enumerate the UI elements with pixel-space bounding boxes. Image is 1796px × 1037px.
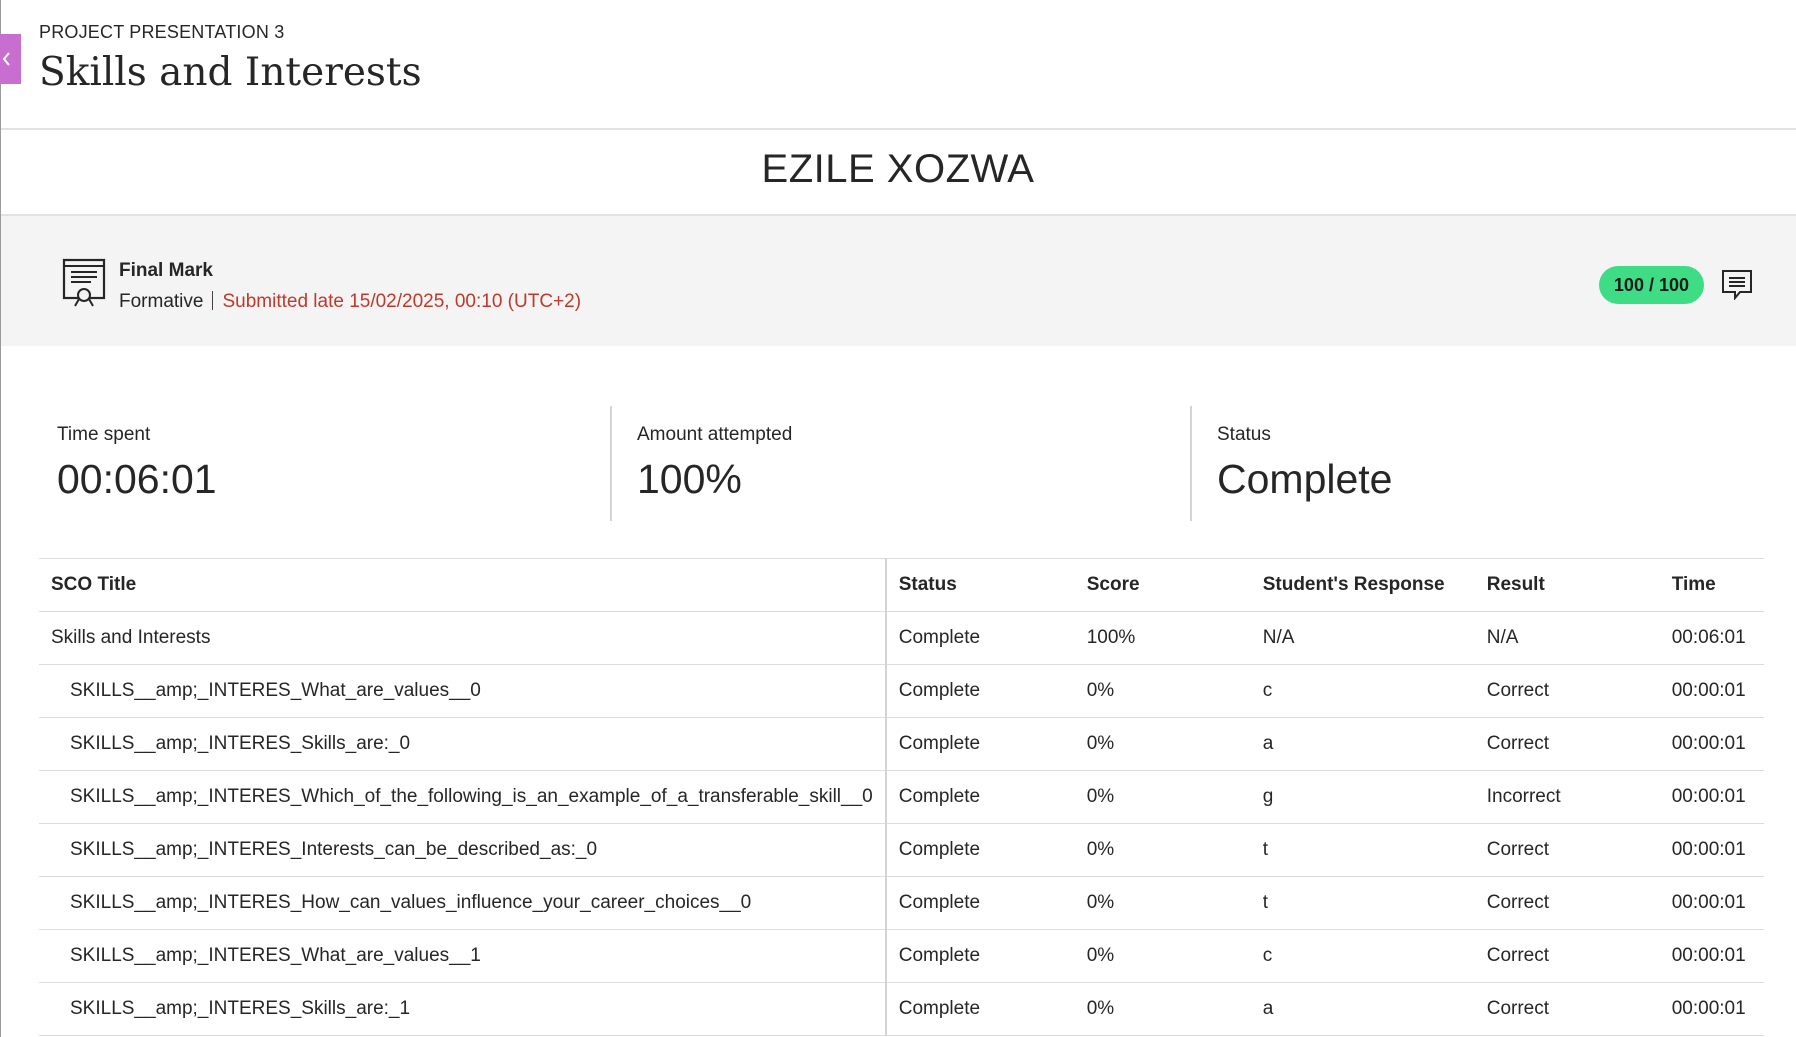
stat-value: Complete [1217, 456, 1393, 502]
cell-sco-title: SKILLS__amp;_INTERES_How_can_values_infl… [39, 876, 887, 930]
chevron-left-icon [2, 52, 10, 66]
cell-result: Correct [1474, 823, 1660, 877]
stat-status: Status Complete [1217, 406, 1392, 521]
table-row: SKILLS__amp;_INTERES_Skills_are:_0 Comple… [39, 717, 1764, 771]
page-title: Skills and Interests [39, 50, 422, 95]
cell-result: Correct [1474, 929, 1660, 983]
cell-time: 00:00:01 [1659, 823, 1764, 877]
cell-sco-title: SKILLS__amp;_INTERES_Skills_are:_0 [39, 717, 887, 771]
cell-result: Correct [1474, 876, 1660, 930]
table-header-row: SCO Title Status Score Student's Respons… [39, 558, 1764, 612]
cell-score: 100% [1074, 611, 1251, 665]
cell-status: Complete [885, 664, 1075, 718]
cell-status: Complete [885, 929, 1075, 983]
cell-sco-title: SKILLS__amp;_INTERES_Skills_are:_1 [39, 982, 887, 1036]
cell-time: 00:06:01 [1659, 611, 1764, 665]
column-header-score: Score [1074, 558, 1251, 612]
cell-status: Complete [885, 876, 1075, 930]
stat-divider [610, 406, 612, 521]
stat-amount-attempted: Amount attempted 100% [637, 406, 792, 521]
cell-time: 00:00:01 [1659, 770, 1764, 824]
late-submission-text: Submitted late 15/02/2025, 00:10 (UTC+2) [222, 291, 582, 312]
table-row: SKILLS__amp;_INTERES_What_are_values__0 C… [39, 664, 1764, 718]
table-row: SKILLS__amp;_INTERES_Skills_are:_1 Comple… [39, 982, 1764, 1036]
cell-sco-title: Skills and Interests [39, 611, 887, 665]
page-overline: PROJECT PRESENTATION 3 [39, 22, 285, 42]
page-header: PROJECT PRESENTATION 3 Skills and Intere… [39, 22, 422, 95]
sco-table: SCO Title Status Score Student's Respons… [39, 558, 1764, 1036]
header-divider [1, 128, 1796, 130]
cell-response: t [1250, 823, 1475, 877]
cell-score: 0% [1074, 664, 1251, 718]
table-row: SKILLS__amp;_INTERES_How_can_values_infl… [39, 876, 1764, 930]
cell-score: 0% [1074, 823, 1251, 877]
cell-response: t [1250, 876, 1475, 930]
cell-result: Correct [1474, 982, 1660, 1036]
final-mark-subline: Formative Submitted late 15/02/2025, 00:1… [119, 291, 581, 313]
cell-score: 0% [1074, 717, 1251, 771]
final-mark-label: Final Mark [119, 260, 213, 281]
assessment-type: Formative [119, 291, 204, 312]
cell-score: 0% [1074, 982, 1251, 1036]
separator [212, 291, 214, 310]
cell-result: Correct [1474, 664, 1660, 718]
student-name: EZILE XOZWA [761, 147, 1035, 191]
cell-time: 00:00:01 [1659, 876, 1764, 930]
column-header-result: Result [1474, 558, 1660, 612]
cell-response: c [1250, 664, 1475, 718]
cell-status: Complete [885, 611, 1075, 665]
stat-value: 00:06:01 [57, 456, 217, 502]
cell-sco-title: SKILLS__amp;_INTERES_Interests_can_be_de… [39, 823, 887, 877]
stat-value: 100% [637, 456, 742, 502]
cell-response: a [1250, 982, 1475, 1036]
cell-result: Correct [1474, 717, 1660, 771]
column-header-time: Time [1659, 558, 1764, 612]
column-header-status: Status [885, 558, 1075, 612]
cell-response: a [1250, 717, 1475, 771]
stat-time-spent: Time spent 00:06:01 [57, 406, 217, 521]
close-panel-button[interactable] [0, 34, 21, 84]
table-row: SKILLS__amp;_INTERES_Interests_can_be_de… [39, 823, 1764, 877]
stat-label: Status [1217, 424, 1271, 445]
column-header-sco-title: SCO Title [39, 558, 887, 612]
stat-label: Time spent [57, 424, 151, 445]
score-badge[interactable]: 100 / 100 [1598, 266, 1704, 304]
final-mark-panel: Final Mark Formative Submitted late 15/02… [1, 214, 1796, 346]
cell-time: 00:00:01 [1659, 929, 1764, 983]
cell-score: 0% [1074, 876, 1251, 930]
cell-response: N/A [1250, 611, 1475, 665]
attempt-stats: Time spent 00:06:01 Amount attempted 100… [39, 406, 1764, 521]
cell-result: N/A [1474, 611, 1660, 665]
feedback-comment-icon[interactable] [1721, 268, 1753, 300]
stat-label: Amount attempted [637, 424, 793, 445]
cell-time: 00:00:01 [1659, 717, 1764, 771]
column-header-response: Student's Response [1250, 558, 1475, 612]
cell-result: Incorrect [1474, 770, 1660, 824]
cell-status: Complete [885, 770, 1075, 824]
cell-sco-title: SKILLS__amp;_INTERES_What_are_values__1 [39, 929, 887, 983]
cell-time: 00:00:01 [1659, 982, 1764, 1036]
table-row: SKILLS__amp;_INTERES_What_are_values__1 C… [39, 929, 1764, 983]
cell-response: c [1250, 929, 1475, 983]
cell-score: 0% [1074, 929, 1251, 983]
cell-sco-title: SKILLS__amp;_INTERES_Which_of_the_follow… [39, 770, 887, 824]
cell-sco-title: SKILLS__amp;_INTERES_What_are_values__0 [39, 664, 887, 718]
table-row: Skills and Interests Complete 100% N/A N/A 00… [39, 611, 1764, 665]
cell-score: 0% [1074, 770, 1251, 824]
cell-time: 00:00:01 [1659, 664, 1764, 718]
cell-status: Complete [885, 982, 1075, 1036]
cell-status: Complete [885, 717, 1075, 771]
cell-status: Complete [885, 823, 1075, 877]
table-row: SKILLS__amp;_INTERES_Which_of_the_follow… [39, 770, 1764, 824]
certificate-icon [62, 258, 106, 307]
stat-divider [1190, 406, 1192, 521]
cell-response: g [1250, 770, 1475, 824]
